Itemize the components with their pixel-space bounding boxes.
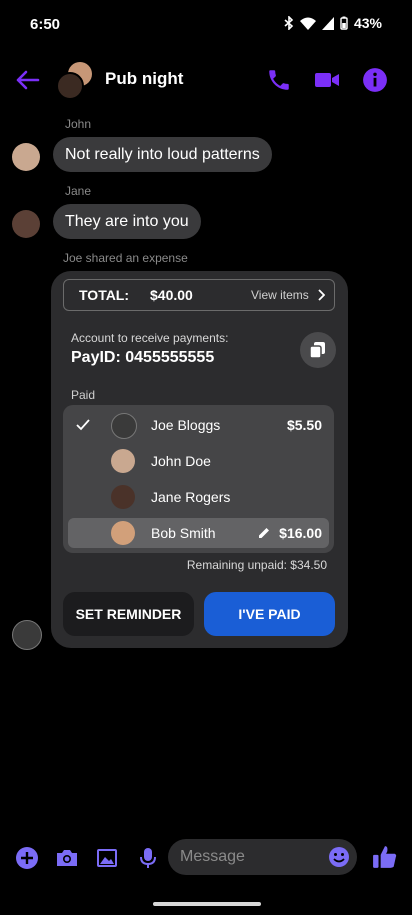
account-label: Account to receive payments: xyxy=(71,331,229,345)
avatar-john[interactable] xyxy=(12,143,40,171)
person-name: Joe Bloggs xyxy=(151,417,221,433)
camera-icon[interactable] xyxy=(55,846,79,870)
person-amount: $16.00 xyxy=(279,525,322,541)
total-label: TOTAL: xyxy=(79,287,130,303)
thumbs-up-icon[interactable] xyxy=(372,844,398,870)
view-items-link[interactable]: View items xyxy=(251,288,309,302)
paid-list: Joe Bloggs $5.50 John Doe Jane Rogers Bo… xyxy=(63,405,334,553)
wifi-icon xyxy=(299,17,316,30)
list-item[interactable]: John Doe xyxy=(63,444,334,478)
list-item[interactable]: Bob Smith $16.00 xyxy=(68,518,329,548)
signal-icon xyxy=(321,16,334,30)
chevron-right-icon xyxy=(318,289,325,301)
image-icon[interactable] xyxy=(95,846,119,870)
home-indicator[interactable] xyxy=(153,902,261,906)
battery-icon xyxy=(340,16,348,30)
avatar xyxy=(111,413,137,439)
total-amount: $40.00 xyxy=(150,287,193,303)
group-avatar-front[interactable] xyxy=(56,72,84,100)
status-icons: 43% xyxy=(284,15,382,31)
ive-paid-button[interactable]: I'VE PAID xyxy=(204,592,335,636)
video-icon[interactable] xyxy=(314,67,340,93)
remaining-unpaid: Remaining unpaid: $34.50 xyxy=(186,558,327,572)
person-amount: $5.50 xyxy=(286,417,322,433)
phone-icon[interactable] xyxy=(266,67,292,93)
pencil-icon[interactable] xyxy=(258,527,270,539)
list-item[interactable]: Jane Rogers xyxy=(63,480,334,514)
message-sender: Jane xyxy=(65,184,92,198)
check-icon xyxy=(76,419,90,431)
emoji-icon[interactable] xyxy=(328,846,350,868)
person-name: Jane Rogers xyxy=(151,489,231,505)
message-sender: John xyxy=(65,117,92,131)
message-bubble[interactable]: They are into you xyxy=(53,204,201,239)
status-time: 6:50 xyxy=(30,16,61,33)
plus-icon[interactable] xyxy=(15,846,39,870)
avatar xyxy=(111,449,135,473)
set-reminder-button[interactable]: SET REMINDER xyxy=(63,592,194,636)
person-name: John Doe xyxy=(151,453,211,469)
paid-label: Paid xyxy=(71,388,96,402)
back-arrow-icon[interactable] xyxy=(12,66,42,94)
avatar xyxy=(111,521,135,545)
person-name: Bob Smith xyxy=(151,525,216,541)
list-item[interactable]: Joe Bloggs $5.50 xyxy=(63,408,334,442)
copy-icon xyxy=(309,342,325,359)
battery-percent: 43% xyxy=(353,15,382,31)
conversation-title[interactable]: Pub night xyxy=(105,69,183,89)
message-bubble[interactable]: Not really into loud patterns xyxy=(53,137,272,172)
message-input[interactable]: Message xyxy=(168,839,357,875)
avatar-joe[interactable] xyxy=(12,620,42,650)
expense-card: TOTAL: $40.00 View items Account to rece… xyxy=(51,271,348,648)
copy-button[interactable] xyxy=(300,332,336,368)
bluetooth-icon xyxy=(284,16,294,30)
total-box[interactable]: TOTAL: $40.00 View items xyxy=(63,279,335,311)
expense-shared-note: Joe shared an expense xyxy=(63,251,188,265)
avatar xyxy=(111,485,135,509)
message-placeholder: Message xyxy=(180,848,245,865)
payid: PayID: 0455555555 xyxy=(71,349,215,366)
mic-icon[interactable] xyxy=(136,846,160,870)
info-icon[interactable] xyxy=(362,67,388,93)
avatar-jane[interactable] xyxy=(12,210,40,238)
